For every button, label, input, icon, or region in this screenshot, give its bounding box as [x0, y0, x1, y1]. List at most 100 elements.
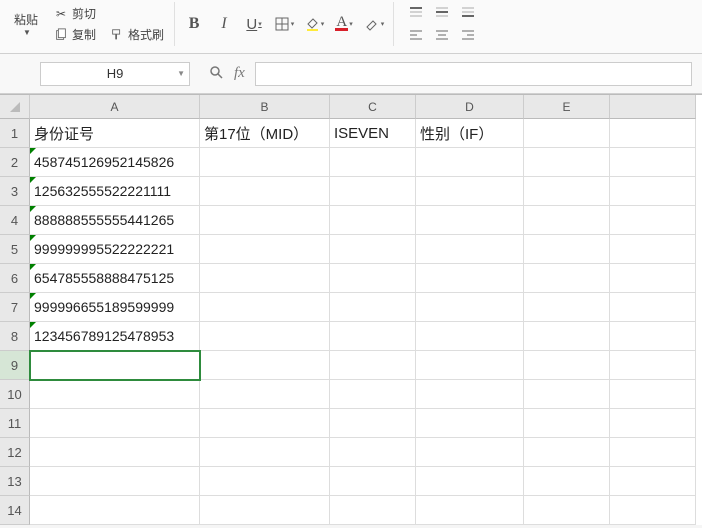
column-header-B[interactable]: B: [200, 95, 330, 119]
row-header-14[interactable]: 14: [0, 496, 30, 525]
row-header-4[interactable]: 4: [0, 206, 30, 235]
cell-extra-1[interactable]: [610, 119, 696, 148]
row-header-9[interactable]: 9: [0, 351, 30, 380]
cell-B11[interactable]: [200, 409, 330, 438]
border-button[interactable]: ▾: [271, 11, 297, 37]
row-header-7[interactable]: 7: [0, 293, 30, 322]
format-painter-button[interactable]: 格式刷: [106, 25, 168, 44]
cell-extra-9[interactable]: [610, 351, 696, 380]
cell-extra-4[interactable]: [610, 206, 696, 235]
fx-icon[interactable]: fx: [234, 65, 245, 82]
cell-D7[interactable]: [416, 293, 524, 322]
formula-input[interactable]: [255, 62, 692, 86]
align-left-button[interactable]: [404, 25, 428, 45]
cell-D11[interactable]: [416, 409, 524, 438]
cell-E2[interactable]: [524, 148, 610, 177]
cell-C4[interactable]: [330, 206, 416, 235]
cell-D10[interactable]: [416, 380, 524, 409]
align-middle-button[interactable]: [430, 3, 454, 23]
cell-D5[interactable]: [416, 235, 524, 264]
cell-extra-6[interactable]: [610, 264, 696, 293]
cell-B9[interactable]: [200, 351, 330, 380]
cell-B8[interactable]: [200, 322, 330, 351]
cell-A9[interactable]: [30, 351, 200, 380]
cell-C5[interactable]: [330, 235, 416, 264]
cell-A12[interactable]: [30, 438, 200, 467]
cell-extra-7[interactable]: [610, 293, 696, 322]
cell-C7[interactable]: [330, 293, 416, 322]
cell-B4[interactable]: [200, 206, 330, 235]
cell-D4[interactable]: [416, 206, 524, 235]
cell-C2[interactable]: [330, 148, 416, 177]
select-all-corner[interactable]: [0, 95, 30, 119]
fill-color-button[interactable]: ▾: [301, 11, 327, 37]
cell-C9[interactable]: [330, 351, 416, 380]
cell-extra-5[interactable]: [610, 235, 696, 264]
cell-A7[interactable]: 999996655189599999: [30, 293, 200, 322]
cell-A3[interactable]: 125632555522221111: [30, 177, 200, 206]
row-header-1[interactable]: 1: [0, 119, 30, 148]
cell-A6[interactable]: 654785558888475125: [30, 264, 200, 293]
cell-extra-3[interactable]: [610, 177, 696, 206]
cell-D14[interactable]: [416, 496, 524, 525]
cell-extra-14[interactable]: [610, 496, 696, 525]
cell-B6[interactable]: [200, 264, 330, 293]
cell-E6[interactable]: [524, 264, 610, 293]
cell-C1[interactable]: ISEVEN: [330, 119, 416, 148]
cell-A2[interactable]: 458745126952145826: [30, 148, 200, 177]
cell-D6[interactable]: [416, 264, 524, 293]
cell-B10[interactable]: [200, 380, 330, 409]
row-header-12[interactable]: 12: [0, 438, 30, 467]
paste-button[interactable]: 粘贴 ▼: [6, 4, 46, 44]
cell-E11[interactable]: [524, 409, 610, 438]
cell-extra-10[interactable]: [610, 380, 696, 409]
cell-E14[interactable]: [524, 496, 610, 525]
cell-B1[interactable]: 第17位（MID）: [200, 119, 330, 148]
copy-button[interactable]: 复制: [50, 25, 100, 44]
row-header-3[interactable]: 3: [0, 177, 30, 206]
cell-extra-12[interactable]: [610, 438, 696, 467]
cell-E3[interactable]: [524, 177, 610, 206]
cell-E13[interactable]: [524, 467, 610, 496]
cell-A4[interactable]: 888888555555441265: [30, 206, 200, 235]
cell-E1[interactable]: [524, 119, 610, 148]
cell-B7[interactable]: [200, 293, 330, 322]
cell-B2[interactable]: [200, 148, 330, 177]
cell-D2[interactable]: [416, 148, 524, 177]
cell-B5[interactable]: [200, 235, 330, 264]
underline-button[interactable]: U▾: [241, 11, 267, 37]
align-center-button[interactable]: [430, 25, 454, 45]
cell-A1[interactable]: 身份证号: [30, 119, 200, 148]
cell-C3[interactable]: [330, 177, 416, 206]
search-icon[interactable]: [208, 64, 224, 84]
cell-D8[interactable]: [416, 322, 524, 351]
spreadsheet-grid[interactable]: ABCDE1身份证号第17位（MID）ISEVEN性别（IF）245874512…: [0, 94, 702, 525]
name-box[interactable]: H9 ▼: [40, 62, 190, 86]
cell-extra-2[interactable]: [610, 148, 696, 177]
bold-button[interactable]: B: [181, 11, 207, 37]
cell-C14[interactable]: [330, 496, 416, 525]
cell-extra-13[interactable]: [610, 467, 696, 496]
cell-D1[interactable]: 性别（IF）: [416, 119, 524, 148]
cell-A5[interactable]: 999999995522222221: [30, 235, 200, 264]
cell-E10[interactable]: [524, 380, 610, 409]
row-header-5[interactable]: 5: [0, 235, 30, 264]
phonetic-button[interactable]: ▾: [361, 11, 387, 37]
cell-E7[interactable]: [524, 293, 610, 322]
cell-C6[interactable]: [330, 264, 416, 293]
column-header-E[interactable]: E: [524, 95, 610, 119]
row-header-13[interactable]: 13: [0, 467, 30, 496]
row-header-10[interactable]: 10: [0, 380, 30, 409]
row-header-8[interactable]: 8: [0, 322, 30, 351]
cell-extra-11[interactable]: [610, 409, 696, 438]
cell-C11[interactable]: [330, 409, 416, 438]
column-header-extra[interactable]: [610, 95, 696, 119]
cell-E5[interactable]: [524, 235, 610, 264]
cell-B13[interactable]: [200, 467, 330, 496]
cell-A11[interactable]: [30, 409, 200, 438]
cell-C12[interactable]: [330, 438, 416, 467]
cell-A13[interactable]: [30, 467, 200, 496]
row-header-2[interactable]: 2: [0, 148, 30, 177]
cell-D3[interactable]: [416, 177, 524, 206]
cut-button[interactable]: ✂ 剪切: [50, 4, 168, 23]
